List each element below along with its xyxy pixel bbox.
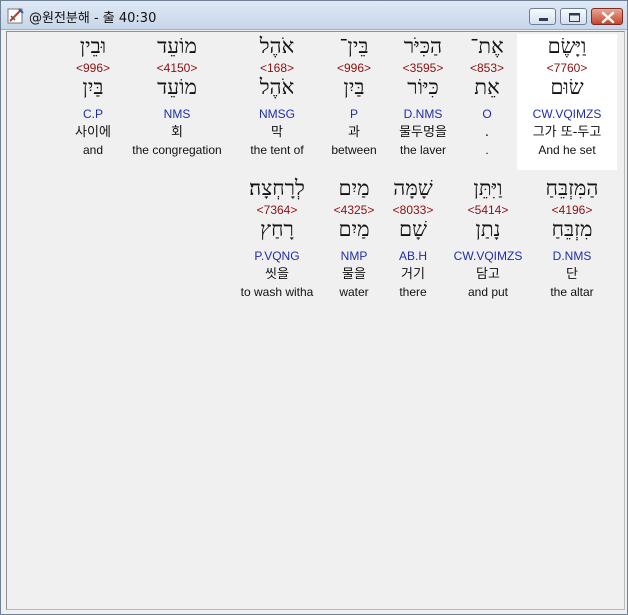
verse-analysis-panel[interactable]: וַיָּשֶׂם <7760> שׂוּם CW.VQIMZS 그가 또-두고…: [6, 31, 625, 610]
title-bar[interactable]: @원전분해 - 출 40:30: [1, 1, 627, 30]
english-gloss: and: [82, 143, 104, 157]
close-button[interactable]: [591, 8, 623, 25]
morphology-code: P.VQNG: [254, 249, 300, 263]
maximize-button[interactable]: [560, 8, 587, 25]
app-window: @원전분해 - 출 40:30 וַיָּשֶׂם <7760> שׂוּם C…: [0, 0, 628, 615]
minimize-icon: [539, 18, 548, 21]
word-column[interactable]: אֹהֶל <168> אֹהֶל NMSG 막 the tent of: [227, 36, 327, 161]
window-title: @원전분해 - 출 40:30: [29, 11, 157, 26]
hebrew-surface: וּבֵין: [79, 34, 107, 58]
english-gloss: the tent of: [250, 143, 304, 157]
minimize-button[interactable]: [529, 8, 556, 25]
korean-gloss: 사이에: [75, 125, 111, 140]
word-column[interactable]: לְרָחְצָה׃ <7364> רָחַץ P.VQNG 씻을 to was…: [227, 178, 327, 303]
morphology-code: NMSG: [259, 107, 295, 121]
korean-gloss: 막: [271, 125, 283, 140]
english-gloss: to wash witha: [240, 285, 314, 299]
morphology-code: C.P: [82, 107, 103, 121]
hebrew-lemma: בַּיִן: [82, 75, 104, 99]
app-logo-icon: [7, 8, 24, 24]
maximize-icon: [569, 13, 580, 22]
hebrew-lemma: רָחַץ: [260, 217, 294, 241]
hebrew-surface: אֹהֶל: [259, 34, 295, 58]
hebrew-lemma: אֹהֶל: [259, 75, 295, 99]
korean-gloss: 씻을: [265, 267, 289, 282]
close-icon: [601, 11, 615, 24]
hebrew-surface: לְרָחְצָה׃: [249, 176, 305, 200]
word-column[interactable]: וּבֵין <996> בַּיִן C.P 사이에 and: [43, 36, 143, 161]
